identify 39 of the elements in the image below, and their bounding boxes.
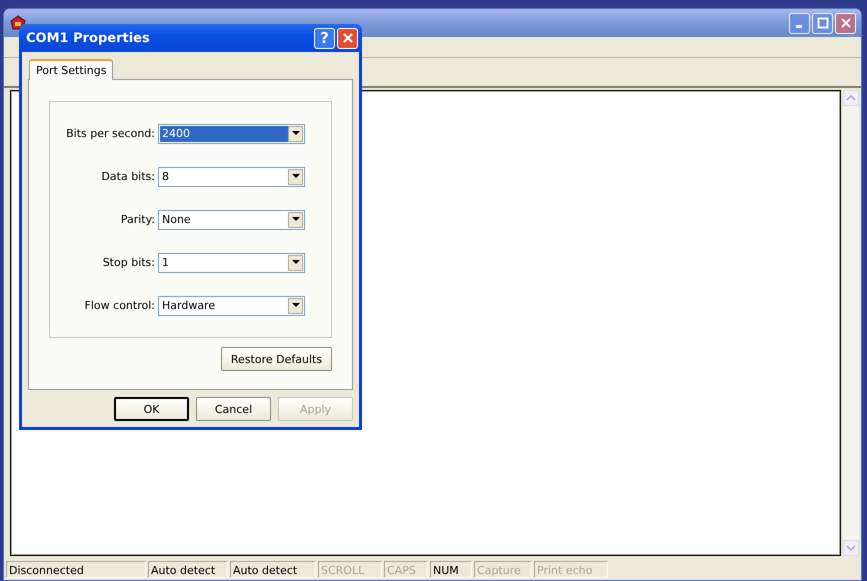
close-button[interactable] [337,28,358,48]
dropdown-value: 8 [161,168,170,184]
field-label: Bits per second: [65,127,155,140]
dialog-button[interactable]: OK [114,397,189,421]
dropdown-value: None [161,212,192,228]
restore-defaults-button[interactable]: Restore Defaults [221,347,332,371]
dropdown[interactable]: 8 [158,166,305,186]
field-label: Stop bits: [102,256,155,269]
maximize-button[interactable] [812,12,833,34]
status-pane: Auto detect [148,560,228,578]
status-pane: SCROLL [318,560,382,578]
status-pane: Auto detect [230,560,316,578]
tab[interactable]: Port Settings [29,59,114,80]
dialog-title: COM1 Properties [26,30,151,46]
status-pane: Capture [474,560,532,578]
status-pane: CAPS [384,560,428,578]
maximize-icon[interactable] [816,17,828,29]
dropdown[interactable]: 2400 [158,124,305,144]
close-icon[interactable] [342,32,354,44]
dialog-button[interactable]: Cancel [196,397,271,421]
scroll-bar[interactable] [843,90,859,556]
field-label: Flow control: [84,299,155,312]
dropdown-value: Hardware [161,298,216,314]
status-pane: Disconnected [6,560,146,578]
dropdown-value: 2400 [160,126,288,142]
dropdown[interactable]: None [158,210,305,230]
minimize-button[interactable] [789,12,810,34]
scroll-up-icon[interactable] [843,90,859,106]
dropdown-value: 1 [161,254,170,270]
status-pane: Print echo [534,560,608,578]
dropdown[interactable]: Hardware [158,296,305,316]
help-button[interactable]: ? [314,28,335,48]
field-label: Data bits: [100,170,155,183]
close-icon[interactable] [840,17,852,29]
field-label: Parity: [120,213,155,226]
dropdown[interactable]: 1 [158,252,305,272]
scroll-down-icon[interactable] [843,540,859,556]
status-pane: NUM [430,560,472,578]
close-button[interactable] [835,12,856,34]
